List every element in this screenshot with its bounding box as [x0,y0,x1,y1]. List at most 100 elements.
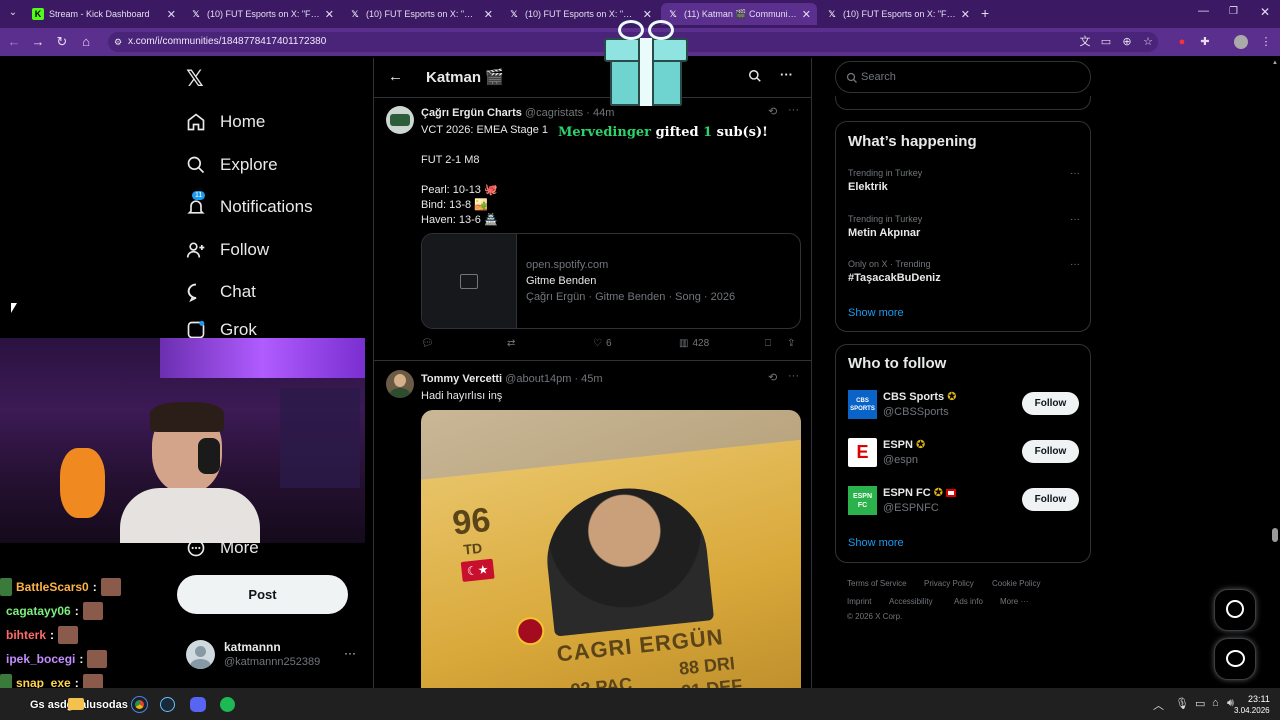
search-input[interactable]: Search [835,61,1091,93]
clock-date[interactable]: 3.04.2026 [1234,706,1270,715]
clock-time[interactable]: 23:11 [1248,694,1270,704]
back-arrow-icon[interactable]: ← [388,68,403,85]
sidebar-item-grok[interactable]: Grok [186,320,257,340]
follow-button[interactable]: Follow [1022,488,1079,511]
discord-icon[interactable] [190,697,206,712]
volume-icon[interactable]: 🔊︎ [1227,697,1234,710]
tweet-author[interactable]: Çağrı Ergün Charts [421,107,522,119]
more-dots-icon[interactable]: ··· [780,67,793,82]
extension-icon[interactable]: ● [1175,35,1189,49]
avatar[interactable] [386,370,414,398]
tweet-time[interactable]: · 45m [574,373,602,385]
link-card[interactable]: open.spotify.com Gitme Benden Çağrı Ergü… [421,233,801,329]
tab-fut-4[interactable]: 𝕏 (10) FUT Esports on X: "Fall Guy ✕ [820,3,976,25]
grok-explain-icon[interactable]: ⟲ [768,371,777,384]
post-button[interactable]: Post [177,575,348,614]
minimize-button[interactable]: — [1198,5,1209,17]
close-icon[interactable]: ✕ [961,8,970,21]
close-icon[interactable]: ✕ [802,8,811,21]
grok-explain-icon[interactable]: ⟲ [768,105,777,118]
show-more-link[interactable]: Show more [848,537,904,549]
views-button[interactable]: ▥ 428 [679,338,709,349]
profile-avatar-icon[interactable] [1234,35,1248,49]
zoom-icon[interactable]: ⊕ [1120,35,1134,49]
scrollbar-thumb[interactable] [1272,528,1278,542]
extensions-puzzle-icon[interactable]: ✚ [1198,35,1212,49]
more-dots-icon[interactable]: ··· [788,104,799,116]
network-icon[interactable]: ⌂ [1212,697,1219,709]
close-window-button[interactable]: ✕ [1260,5,1270,19]
reload-icon[interactable]: ↻ [54,34,70,50]
tweet-handle[interactable]: @cagristats [525,107,583,119]
back-icon[interactable]: ← [6,34,22,50]
trend-item[interactable]: Only on X · Trending #TaşacakBuDeniz ··· [848,259,1080,284]
tweet-image[interactable]: 96 TD ☾★ CAGRI ERGÜN 92 PAC 88 DRI 91 DE… [421,410,801,688]
sidebar-item-explore[interactable]: Explore [186,150,278,180]
account-switcher[interactable]: katmannn @katmannn252389 ··· [186,638,362,674]
spotify-icon[interactable] [220,697,235,712]
tweet[interactable]: Tommy Vercetti @about14pm · 45m ⟲ ··· Ha… [374,362,811,688]
page-scrollbar[interactable]: ▲ [1270,58,1280,688]
site-info-icon[interactable]: ⚙ [114,32,122,52]
new-tab-button[interactable]: + [981,5,989,21]
notification-badge: 11 [192,191,206,200]
more-dots-icon[interactable]: ··· [344,646,356,660]
sidebar-item-more[interactable]: More [186,534,259,562]
show-more-link[interactable]: Show more [848,307,904,319]
footer-link[interactable]: Imprint [847,597,871,606]
like-button[interactable]: ♡ 6 [593,338,612,349]
sidebar-item-notifications[interactable]: 11 Notifications [186,191,313,222]
translate-icon[interactable]: 文 [1078,35,1092,49]
x-logo-icon[interactable]: 𝕏 [186,66,204,92]
footer-link[interactable]: Privacy Policy [924,579,974,588]
close-icon[interactable]: ✕ [484,8,493,21]
more-dots-icon[interactable]: ··· [788,370,799,382]
search-icon[interactable] [748,69,762,88]
repost-button[interactable]: ⇄ [507,338,515,349]
home-icon[interactable]: ⌂ [78,34,94,50]
close-icon[interactable]: ✕ [325,8,334,21]
footer-link[interactable]: Cookie Policy [992,579,1040,588]
avatar[interactable] [386,106,414,134]
trend-item[interactable]: Trending in Turkey Metin Akpınar ··· [848,214,1080,239]
share-button[interactable]: ⇪ [787,338,795,349]
sidebar-item-home[interactable]: Home [186,107,265,137]
follow-button[interactable]: Follow [1022,392,1079,415]
sidebar-item-follow[interactable]: Follow [186,235,269,265]
tweet-author[interactable]: Tommy Vercetti [421,373,502,385]
more-dots-icon[interactable]: ··· [1070,259,1080,270]
cast-icon[interactable]: ▭ [1099,35,1113,49]
grok-floating-button[interactable] [1214,589,1256,631]
more-dots-icon[interactable]: ··· [1070,214,1080,225]
account-handle: @CBSSports [883,406,949,418]
folder-icon[interactable] [68,698,84,710]
tweet-handle[interactable]: @about14pm [505,373,571,385]
follow-button[interactable]: Follow [1022,440,1079,463]
chrome-icon[interactable] [131,696,148,713]
bookmark-button[interactable]: ⎕ [765,338,771,349]
scroll-up-icon[interactable]: ▲ [1272,60,1278,66]
steam-icon[interactable] [160,697,175,712]
trend-item[interactable]: Trending in Turkey Elektrik ··· [848,168,1080,193]
tab-fut-1[interactable]: 𝕏 (10) FUT Esports on X: "FIFA yay ✕ [184,3,340,25]
tab-fut-2[interactable]: 𝕏 (10) FUT Esports on X: "Katman ✕ [343,3,499,25]
tab-kick[interactable]: K Stream - Kick Dashboard ✕ [26,3,182,25]
close-icon[interactable]: ✕ [167,8,176,21]
messages-floating-button[interactable] [1214,638,1256,680]
reply-button[interactable]: 💬︎ [421,338,434,349]
footer-link[interactable]: Accessibility [889,597,933,606]
tab-list-button[interactable]: ⌄ [6,7,20,21]
forward-icon[interactable]: → [30,34,46,50]
player-card: 96 TD ☾★ CAGRI ERGÜN 92 PAC 88 DRI 91 DE… [421,438,801,688]
bookmark-star-icon[interactable]: ☆ [1141,35,1155,49]
more-dots-icon[interactable]: ··· [1070,168,1080,179]
footer-link[interactable]: Ads info [954,597,983,606]
footer-link[interactable]: Terms of Service [847,579,907,588]
footer-link[interactable]: More ··· [1000,597,1028,606]
browser-menu-icon[interactable]: ⋮ [1259,35,1273,49]
sidebar-item-chat[interactable]: Chat [186,277,256,307]
tray-chevron-icon[interactable]: ︿ [1153,697,1164,713]
restore-button[interactable]: ❐ [1229,6,1238,17]
microphone-icon[interactable]: 🎙︎ [1175,697,1189,710]
display-icon[interactable]: ▭ [1195,697,1205,710]
